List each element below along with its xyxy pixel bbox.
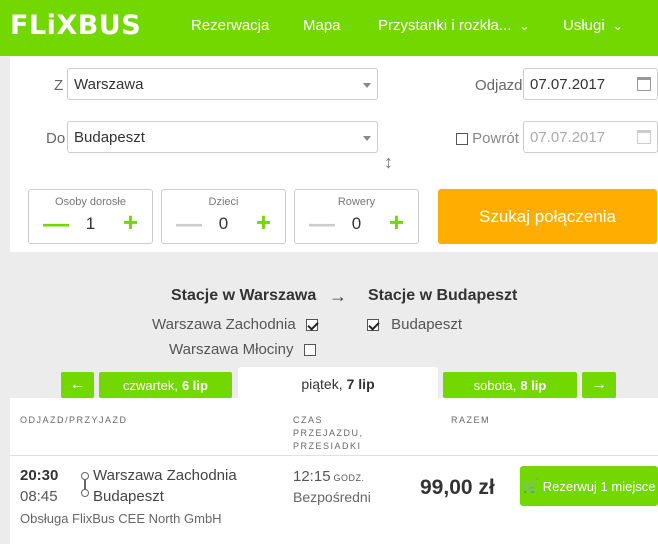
next-day-date: 8 lip: [520, 377, 547, 393]
to-value: Budapeszt: [74, 128, 145, 146]
departure-date-value: 07.07.2017: [530, 75, 606, 93]
nav-map[interactable]: Mapa: [303, 17, 341, 34]
station-option-warszawa-zachodnia[interactable]: Warszawa Zachodnia: [152, 316, 318, 333]
next-day-arrow-button[interactable]: →: [582, 372, 616, 398]
departure-time: 20:30: [20, 467, 59, 484]
top-navigation-bar: FLiXBUS Rezerwacja Mapa Przystanki i roz…: [0, 0, 658, 56]
calendar-icon[interactable]: [637, 77, 651, 91]
adults-counter: Osoby dorosłe — 1 +: [28, 189, 153, 244]
book-seat-button[interactable]: 🛒 Rezerwuj 1 miejsce: [520, 466, 658, 506]
results-table: ODJAZD/PRZYJAZD CZAS PRZEJAZDU, PRZESIAD…: [10, 398, 658, 544]
col-header-departure: ODJAZD/PRZYJAZD: [20, 415, 128, 425]
tab-next-day[interactable]: sobota, 8 lip: [443, 372, 577, 398]
to-select[interactable]: Budapeszt: [67, 121, 378, 153]
station-name: Warszawa Zachodnia: [152, 316, 296, 333]
from-station-name: Warszawa Zachodnia: [93, 467, 237, 484]
station-checkbox[interactable]: [367, 319, 379, 332]
current-day-name: piątek,: [301, 376, 343, 392]
to-station-name: Budapeszt: [93, 488, 164, 505]
nav-stops-label: Przystanki i rozkła...: [378, 17, 512, 34]
children-counter: Dzieci — 0 +: [161, 189, 286, 244]
shopping-cart-icon: 🛒: [522, 478, 539, 493]
departure-date-input[interactable]: 07.07.2017: [523, 68, 658, 100]
children-increment-button[interactable]: +: [256, 209, 271, 235]
station-checkbox[interactable]: [303, 344, 316, 357]
flixbus-logo[interactable]: FLiXBUS: [10, 10, 141, 41]
transfers-text: Bezpośredni: [293, 489, 371, 505]
nav-services[interactable]: Usługi ⌄: [563, 17, 623, 34]
dropdown-arrow-icon: [363, 83, 371, 88]
col-header-price: RAZEM: [451, 415, 490, 425]
swap-direction-icon[interactable]: ↕: [384, 153, 393, 171]
duration-unit: GODZ.: [333, 473, 365, 483]
adults-increment-button[interactable]: +: [123, 209, 138, 235]
station-name: Budapeszt: [391, 316, 463, 333]
current-day-date: 7 lip: [346, 376, 375, 392]
to-stations-heading: Stacje w Budapeszt: [368, 287, 518, 304]
to-label: Do: [46, 130, 66, 147]
direction-arrow-icon: →: [329, 286, 347, 306]
return-date-input[interactable]: 07.07.2017: [523, 121, 658, 153]
nav-reservation[interactable]: Rezerwacja: [191, 17, 269, 34]
from-label: Z: [54, 77, 64, 94]
search-button[interactable]: Szukaj połączenia: [438, 189, 657, 244]
prev-day-date: 6 lip: [181, 377, 208, 393]
return-toggle[interactable]: Powrót: [456, 130, 519, 147]
from-value: Warszawa: [74, 75, 144, 93]
bikes-counter: Rowery — 0 +: [294, 189, 419, 244]
arrival-time: 08:45: [20, 488, 58, 505]
operator-text: Obsługa FlixBus CEE North GmbH: [20, 511, 222, 526]
bikes-increment-button[interactable]: +: [389, 209, 404, 235]
return-label: Powrót: [472, 130, 519, 147]
book-seat-label: Rezerwuj 1 miejsce: [542, 478, 656, 494]
divider: [10, 455, 658, 456]
tab-prev-day[interactable]: czwartek, 6 lip: [99, 372, 232, 398]
col-header-duration: CZAS PRZEJAZDU, PRZESIADKI: [293, 414, 364, 453]
duration-value: 12:15: [293, 468, 331, 485]
route-end-dot: [81, 489, 89, 497]
prev-day-arrow-button[interactable]: ←: [61, 372, 94, 398]
station-name: Warszawa Młociny: [169, 341, 294, 358]
col-header-duration-line: PRZESIADKI: [293, 441, 362, 451]
calendar-icon: [637, 130, 651, 144]
station-checkbox[interactable]: [305, 319, 318, 332]
from-select[interactable]: Warszawa: [67, 68, 378, 100]
departure-label: Odjazd: [475, 77, 523, 94]
prev-day-name: czwartek,: [123, 377, 178, 393]
route-line-icon: [81, 472, 89, 497]
price: 99,00 zł: [420, 476, 495, 499]
chevron-down-icon: ⌄: [612, 19, 623, 33]
search-panel: Z Warszawa Do Budapeszt ↕ Odjazd 07.07.2…: [10, 56, 658, 252]
return-date-value: 07.07.2017: [530, 128, 606, 146]
nav-map-label: Mapa: [303, 17, 341, 34]
nav-stops-timetables[interactable]: Przystanki i rozkła... ⌄: [378, 17, 529, 34]
next-day-name: sobota,: [473, 377, 517, 393]
station-option-warszawa-mlociny[interactable]: Warszawa Młociny: [169, 341, 316, 358]
chevron-down-icon: ⌄: [519, 19, 530, 33]
col-header-duration-line: PRZEJAZDU,: [293, 428, 364, 438]
duration: 12:15 GODZ.: [293, 468, 365, 485]
nav-reservation-label: Rezerwacja: [191, 17, 270, 34]
col-header-duration-line: CZAS: [293, 415, 324, 425]
dropdown-arrow-icon: [363, 136, 371, 141]
from-stations-heading: Stacje w Warszawa: [171, 287, 317, 304]
station-option-budapeszt[interactable]: Budapeszt: [367, 316, 462, 333]
return-checkbox[interactable]: [456, 133, 468, 146]
nav-services-label: Usługi: [563, 17, 605, 34]
tab-current-day[interactable]: piątek, 7 lip: [238, 367, 438, 401]
